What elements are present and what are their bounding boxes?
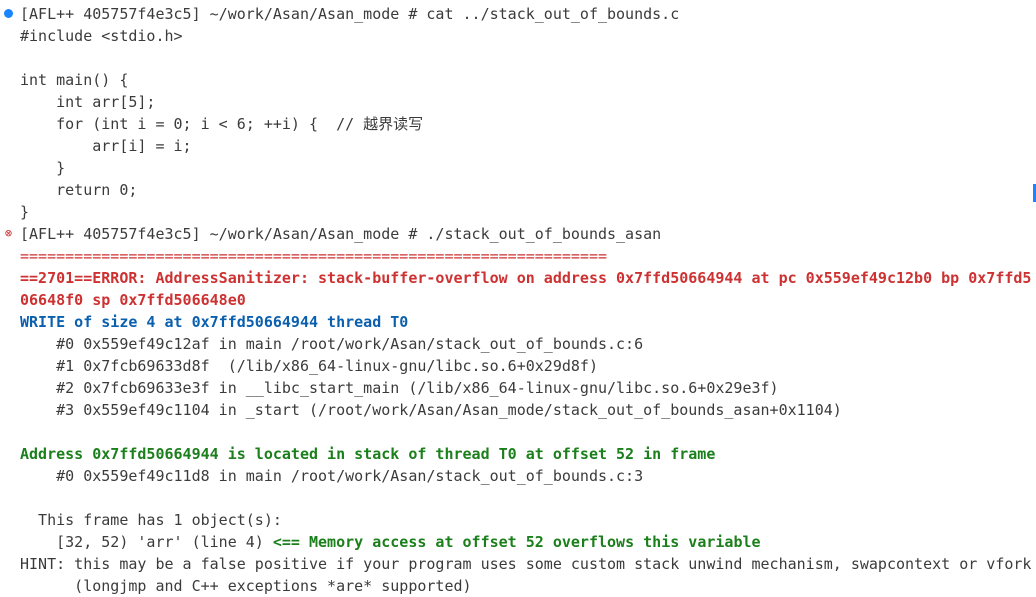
terminal-line-code: for (int i = 0; i < 6; ++i) { // 越界读写 (0, 113, 1036, 135)
terminal-line-trace: #0 0x559ef49c12af in main /root/work/Asa… (0, 333, 1036, 355)
terminal-line-code: return 0; (0, 179, 1036, 201)
line-text: for (int i = 0; i < 6; ++i) { // 越界读写 (20, 115, 424, 133)
line-text: #include <stdio.h> (20, 27, 183, 45)
line-text: #0 0x559ef49c11d8 in main /root/work/Asa… (20, 467, 644, 485)
terminal-line-code: } (0, 157, 1036, 179)
line-text: 06648f0 sp 0x7ffd506648e0 (20, 291, 246, 309)
object-description: [32, 52) 'arr' (line 4) (20, 533, 273, 551)
line-text: HINT: this may be a false positive if yo… (20, 555, 1032, 573)
terminal-line-error: 06648f0 sp 0x7ffd506648e0 (0, 289, 1036, 311)
terminal-line-code: } (0, 201, 1036, 223)
terminal-line-separator: ========================================… (0, 245, 1036, 267)
terminal-line-trace: #0 0x559ef49c11d8 in main /root/work/Asa… (0, 465, 1036, 487)
line-text: #0 0x559ef49c12af in main /root/work/Asa… (20, 335, 644, 353)
terminal-line-prompt-err: ⊗ [AFL++ 405757f4e3c5] ~/work/Asan/Asan_m… (0, 223, 1036, 245)
overflow-highlight: <== Memory access at offset 52 overflows… (272, 533, 761, 551)
terminal-line-error: ==2701==ERROR: AddressSanitizer: stack-b… (0, 267, 1036, 289)
error-circle-icon[interactable]: ⊗ (3, 227, 14, 239)
line-text: return 0; (20, 181, 138, 199)
line-text: #3 0x559ef49c1104 in _start (/root/work/… (20, 401, 842, 419)
terminal-line-trace: #3 0x559ef49c1104 in _start (/root/work/… (0, 399, 1036, 421)
line-text: #1 0x7fcb69633d8f (/lib/x86_64-linux-gnu… (20, 357, 598, 375)
terminal-line-prompt-ok: [AFL++ 405757f4e3c5] ~/work/Asan/Asan_mo… (0, 3, 1036, 25)
line-text: [AFL++ 405757f4e3c5] ~/work/Asan/Asan_mo… (20, 5, 680, 23)
terminal-line-trace: #1 0x7fcb69633d8f (/lib/x86_64-linux-gnu… (0, 355, 1036, 377)
terminal-line-write: WRITE of size 4 at 0x7ffd50664944 thread… (0, 311, 1036, 333)
line-text: int main() { (20, 71, 129, 89)
line-text: } (20, 203, 30, 221)
terminal-line-code: int arr[5]; (0, 91, 1036, 113)
line-text: Address 0x7ffd50664944 is located in sta… (20, 445, 716, 463)
line-text: ==2701==ERROR: AddressSanitizer: stack-b… (20, 269, 1032, 287)
terminal-line-code: #include <stdio.h> (0, 25, 1036, 47)
terminal-line-trace: (longjmp and C++ exceptions *are* suppor… (0, 575, 1036, 597)
line-text: } (20, 159, 66, 177)
line-text: arr[i] = i; (20, 137, 192, 155)
terminal-line-code: int main() { (0, 69, 1036, 91)
line-text: [AFL++ 405757f4e3c5] ~/work/Asan/Asan_mo… (20, 225, 662, 243)
line-text: #2 0x7fcb69633e3f in __libc_start_main (… (20, 379, 779, 397)
terminal-line-object: [32, 52) 'arr' (line 4) <== Memory acces… (0, 531, 1036, 553)
terminal-line-trace: HINT: this may be a false positive if yo… (0, 553, 1036, 575)
terminal-line-trace: #2 0x7fcb69633e3f in __libc_start_main (… (0, 377, 1036, 399)
line-text: WRITE of size 4 at 0x7ffd50664944 thread… (20, 313, 409, 331)
terminal-line-location: Address 0x7ffd50664944 is located in sta… (0, 443, 1036, 465)
terminal-line-trace: This frame has 1 object(s): (0, 509, 1036, 531)
line-text: This frame has 1 object(s): (20, 511, 282, 529)
terminal-line-code: arr[i] = i; (0, 135, 1036, 157)
line-text: ========================================… (20, 247, 607, 265)
dot-icon[interactable] (4, 9, 13, 18)
terminal-output[interactable]: [AFL++ 405757f4e3c5] ~/work/Asan/Asan_mo… (0, 0, 1036, 595)
line-text: int arr[5]; (20, 93, 156, 111)
